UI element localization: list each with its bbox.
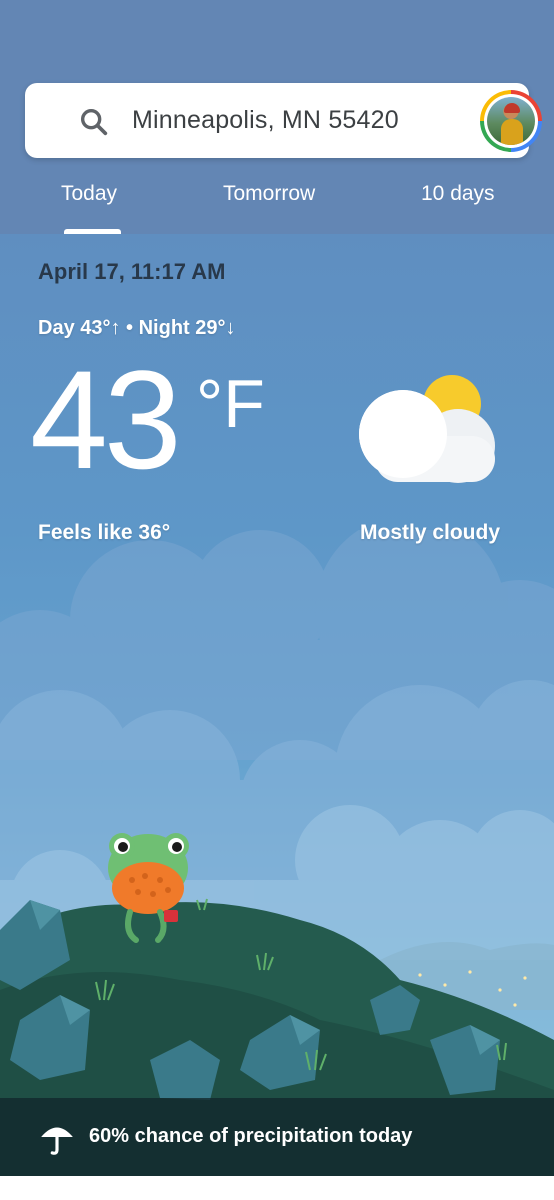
tab-tomorrow[interactable]: Tomorrow (223, 182, 315, 206)
condition-text: Mostly cloudy (360, 521, 501, 544)
tab-selected-indicator (64, 229, 121, 234)
feels-like: Feels like 36° (38, 521, 171, 544)
app-header: Minneapolis, MN 55420 Today Tomorrow 10 … (0, 0, 554, 234)
tab-10-days[interactable]: 10 days (421, 182, 495, 206)
tab-today[interactable]: Today (61, 182, 117, 206)
avatar-ring (484, 94, 538, 148)
partly-cloudy-icon (359, 375, 495, 483)
precipitation-text: 60% chance of precipitation today (89, 1125, 413, 1147)
temperature-unit: °F (196, 366, 265, 442)
location-text[interactable]: Minneapolis, MN 55420 (132, 106, 399, 135)
current-temperature: 43 (30, 341, 182, 498)
umbrella-icon (41, 1127, 73, 1155)
avatar[interactable] (480, 90, 542, 152)
forecast-tabs: Today Tomorrow 10 days (0, 170, 554, 234)
search-icon[interactable] (77, 105, 111, 139)
current-datetime: April 17, 11:17 AM (38, 259, 226, 284)
precipitation-banner[interactable]: 60% chance of precipitation today (0, 1098, 554, 1176)
weather-screen: Minneapolis, MN 55420 Today Tomorrow 10 … (0, 0, 554, 1176)
location-search-bar[interactable]: Minneapolis, MN 55420 (25, 83, 542, 158)
day-night-temps: Day 43°↑ • Night 29°↓ (38, 317, 236, 339)
weather-illustration (0, 530, 554, 1176)
avatar-photo (487, 97, 535, 145)
